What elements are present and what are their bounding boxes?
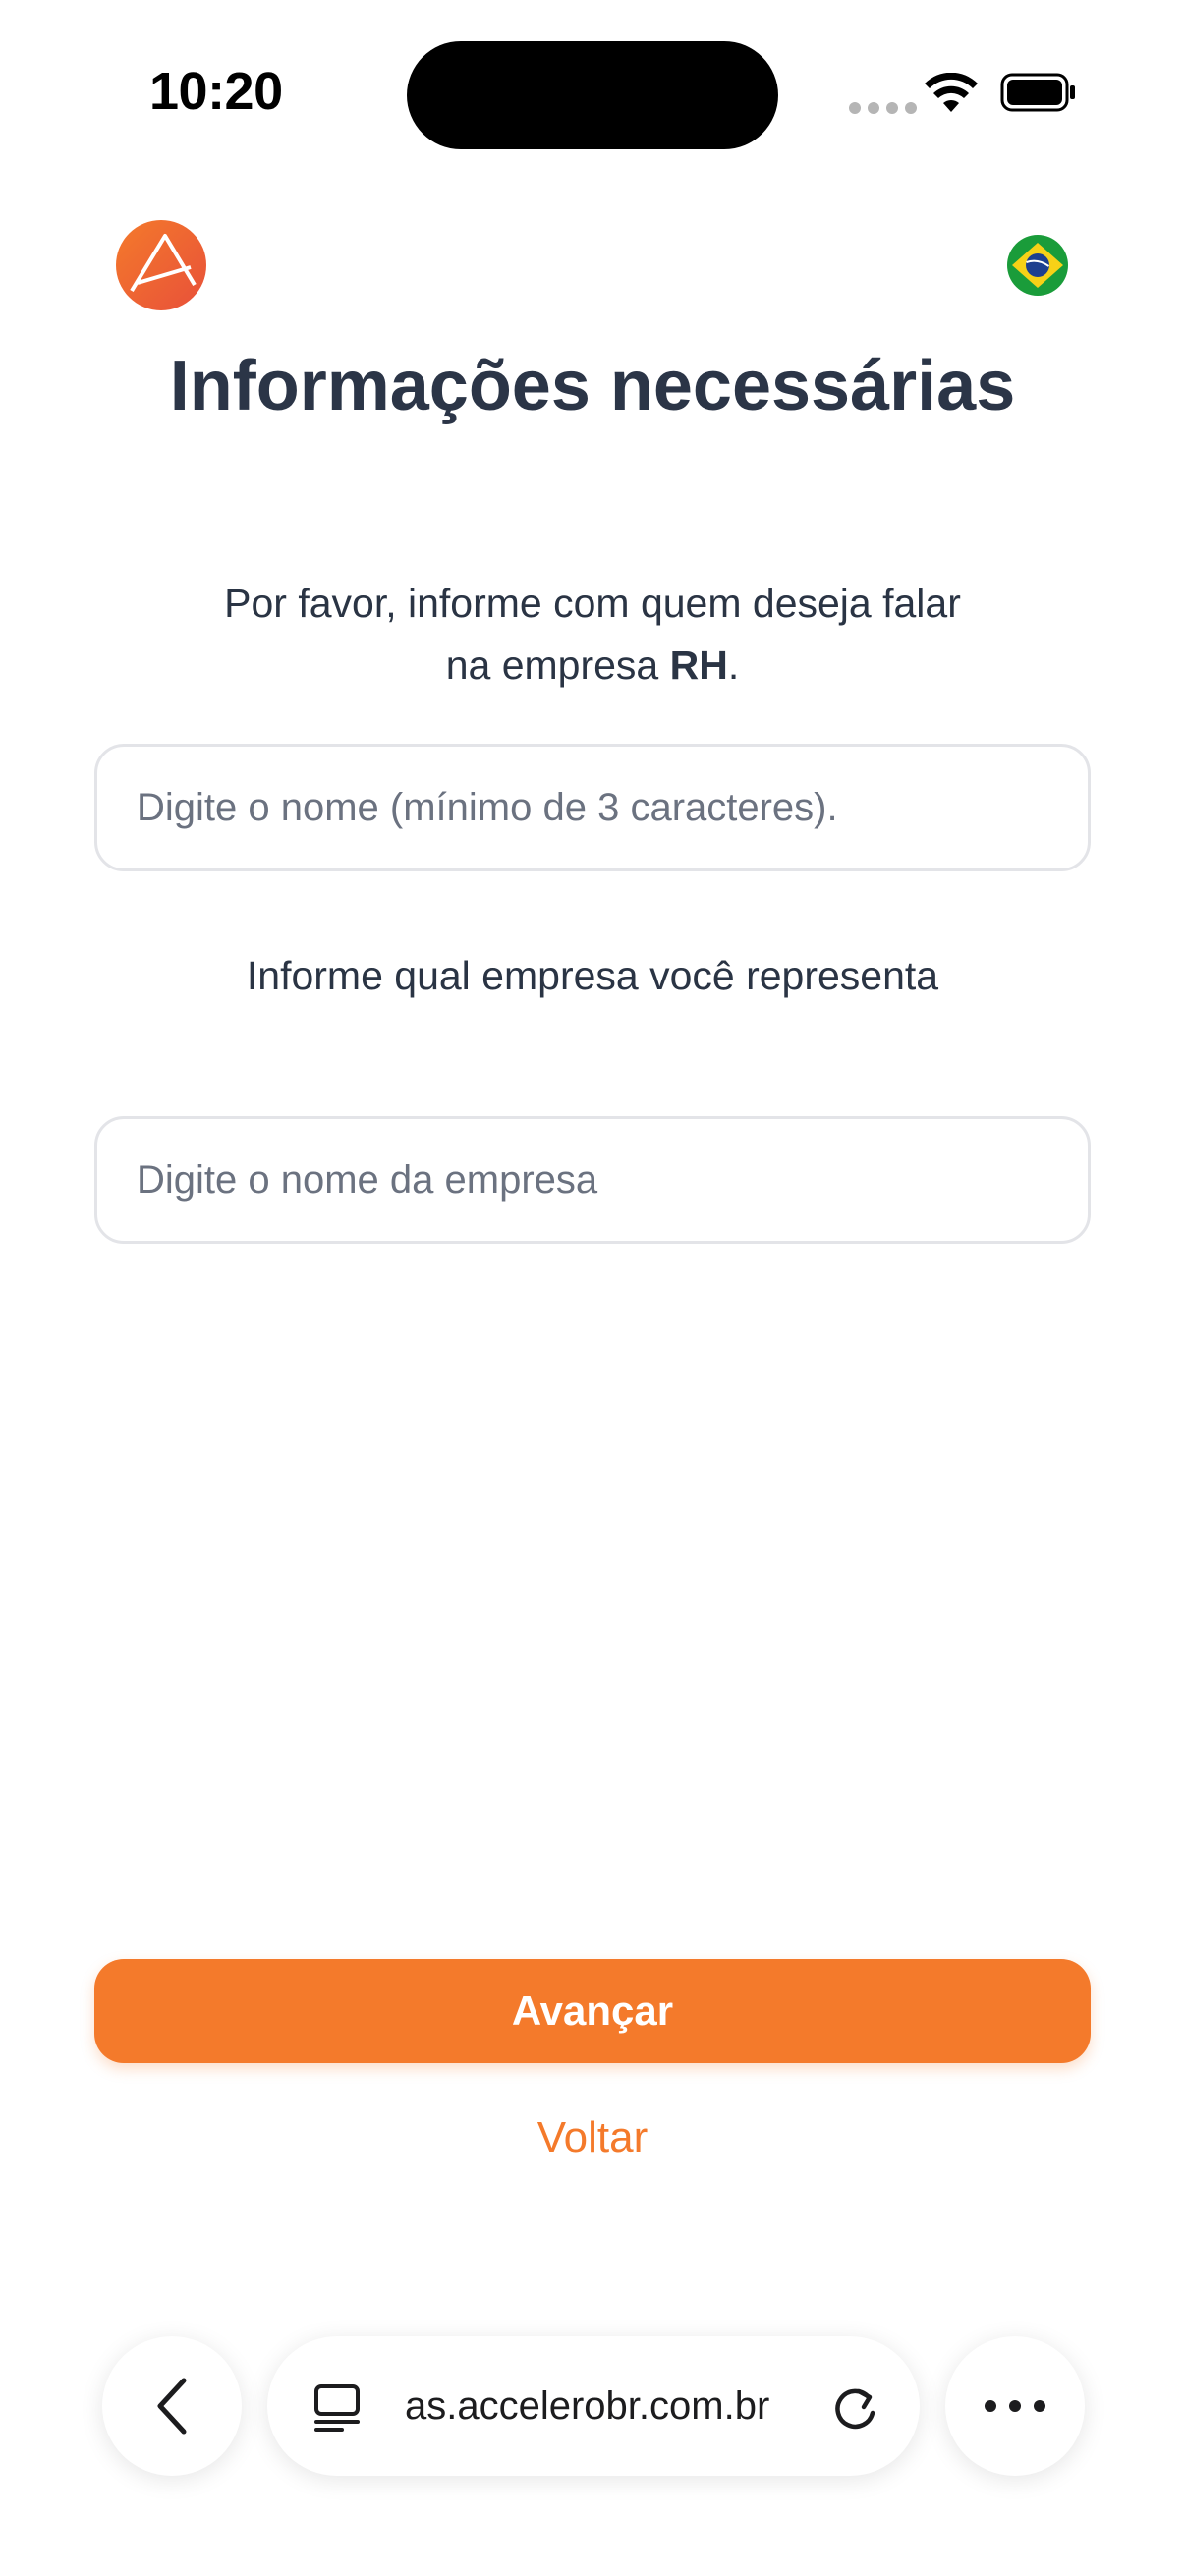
cellular-signal-icon — [849, 102, 917, 114]
contact-name-input[interactable] — [97, 747, 1088, 868]
contact-prompt-company: RH — [669, 643, 728, 688]
reader-mode-icon[interactable] — [312, 2383, 362, 2433]
next-button[interactable]: Avançar — [94, 1959, 1091, 2063]
contact-name-field[interactable] — [94, 744, 1091, 871]
status-time: 10:20 — [149, 62, 283, 121]
back-link[interactable]: Voltar — [0, 2113, 1185, 2162]
more-options-button[interactable] — [945, 2336, 1085, 2476]
reload-icon[interactable] — [829, 2380, 880, 2435]
contact-prompt-text: Por favor, informe com quem deseja falar… — [224, 581, 961, 688]
company-name-input[interactable] — [97, 1119, 1088, 1241]
contact-prompt-suffix: . — [727, 643, 740, 688]
browser-back-button[interactable] — [102, 2336, 242, 2476]
dynamic-island — [407, 41, 778, 149]
contact-prompt: Por favor, informe com quem deseja falar… — [197, 573, 988, 697]
address-bar[interactable]: as.accelerobr.com.br — [267, 2336, 920, 2476]
company-name-field[interactable] — [94, 1116, 1091, 1244]
logo-icon — [116, 220, 206, 310]
more-icon — [985, 2400, 1045, 2412]
chevron-left-icon — [157, 2378, 187, 2435]
brazil-flag-icon[interactable] — [1006, 234, 1069, 297]
battery-icon — [1000, 73, 1075, 112]
company-prompt: Informe qual empresa você representa — [246, 953, 939, 998]
url-text: as.accelerobr.com.br — [405, 2384, 770, 2428]
wifi-icon — [925, 73, 978, 112]
page-title: Informações necessárias — [169, 347, 1016, 425]
